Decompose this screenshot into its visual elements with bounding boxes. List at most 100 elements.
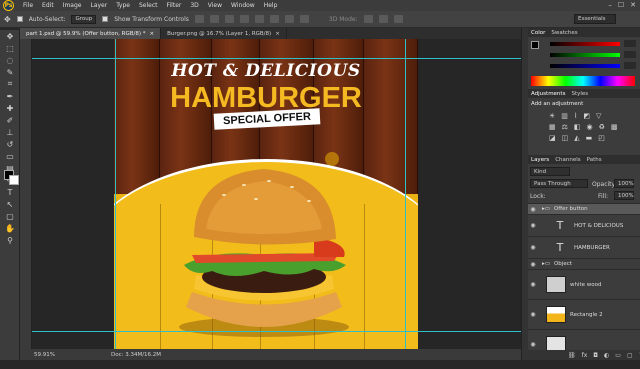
fx-icon[interactable]: fx — [582, 352, 588, 359]
brush-icon[interactable]: ✐ — [0, 114, 20, 126]
crop-icon[interactable]: ⌗ — [0, 78, 20, 90]
zoom-icon[interactable]: ⚲ — [0, 234, 20, 246]
align-top-icon[interactable] — [194, 15, 204, 23]
layer-row[interactable]: ◉ white wood — [528, 269, 640, 299]
menu-edit[interactable]: Edit — [42, 2, 54, 9]
history-brush-icon[interactable]: ↺ — [0, 138, 20, 150]
exposure-icon[interactable]: ◩ — [583, 112, 590, 120]
layer-row[interactable]: ◉ ▸▭ Offer button — [528, 203, 640, 214]
menu-select[interactable]: Select — [139, 2, 158, 9]
red-slider[interactable] — [550, 42, 620, 46]
layer-row[interactable]: ◉ T HOT & DELICIOUS — [528, 214, 640, 236]
background-color-swatch[interactable] — [9, 175, 19, 185]
color-balance-icon[interactable]: ⚖ — [562, 123, 568, 131]
eye-icon[interactable]: ◉ — [528, 222, 538, 229]
3d-pan-icon[interactable] — [393, 15, 403, 23]
layer-kind-filter[interactable]: Kind — [530, 167, 570, 176]
align-middle-icon[interactable] — [209, 15, 219, 23]
menu-3d[interactable]: 3D — [190, 2, 198, 9]
marquee-icon[interactable]: ⬚ — [0, 42, 20, 54]
tab-paths[interactable]: Paths — [587, 157, 602, 163]
menu-layer[interactable]: Layer — [90, 2, 107, 9]
artwork-canvas[interactable]: HOT & DELICIOUS HAMBURGER SPECIAL OFFER — [114, 39, 418, 349]
tab-close-icon[interactable]: × — [275, 31, 280, 37]
posterize-icon[interactable]: ◫ — [562, 134, 569, 142]
invert-icon[interactable]: ◪ — [549, 134, 556, 142]
eye-icon[interactable]: ◉ — [528, 281, 538, 288]
move-icon[interactable]: ✥ — [0, 30, 20, 42]
curves-icon[interactable]: ⌇ — [574, 112, 577, 120]
tab-part1[interactable]: part 1.psd @ 59.9% (Offer button, RGB/8)… — [20, 28, 162, 39]
new-layer-icon[interactable]: ▢ — [627, 352, 633, 359]
eraser-icon[interactable]: ▭ — [0, 150, 20, 162]
green-slider[interactable] — [550, 53, 620, 57]
tab-close-icon[interactable]: × — [150, 31, 155, 37]
photo-filter-icon[interactable]: ◉ — [587, 123, 593, 131]
layer-row[interactable]: ◉ T HAMBURGER — [528, 236, 640, 258]
gradient-map-icon[interactable]: ▬ — [586, 134, 593, 142]
layer-row[interactable]: ◉ ▸▭ Object — [528, 258, 640, 269]
eye-icon[interactable]: ◉ — [528, 261, 538, 268]
tab-burger[interactable]: Burger.png @ 16.7% (Layer 1, RGB/8) × — [161, 28, 287, 39]
tab-color[interactable]: Color — [531, 30, 545, 36]
red-value[interactable] — [624, 40, 636, 47]
menu-image[interactable]: Image — [63, 2, 82, 9]
levels-icon[interactable]: ▥ — [561, 112, 568, 120]
3d-roll-icon[interactable] — [378, 15, 388, 23]
black-white-icon[interactable]: ◧ — [574, 123, 581, 131]
adjust-layer-icon[interactable]: ◐ — [604, 352, 609, 359]
type-icon[interactable]: T — [0, 186, 20, 198]
menu-filter[interactable]: Filter — [167, 2, 182, 9]
maximize-button[interactable]: ☐ — [618, 1, 624, 9]
tab-swatches[interactable]: Swatches — [551, 30, 577, 36]
guide-vertical[interactable] — [115, 39, 116, 349]
tab-channels[interactable]: Channels — [555, 157, 580, 163]
color-fg-swatch[interactable] — [531, 41, 539, 49]
healing-icon[interactable]: ✚ — [0, 102, 20, 114]
lasso-icon[interactable]: ◌ — [0, 54, 20, 66]
color-spectrum[interactable] — [531, 76, 635, 86]
align-left-icon[interactable] — [239, 15, 249, 23]
guide-horizontal[interactable] — [32, 331, 521, 332]
blend-mode-dropdown[interactable]: Pass Through — [530, 179, 588, 188]
zoom-level[interactable]: 59.91% — [34, 352, 55, 358]
link-icon[interactable]: ⛓ — [568, 352, 576, 359]
channel-mixer-icon[interactable]: ♻ — [599, 123, 605, 131]
guide-horizontal[interactable] — [32, 58, 521, 59]
menu-view[interactable]: View — [208, 2, 222, 9]
menu-type[interactable]: Type — [116, 2, 130, 9]
vibrance-icon[interactable]: ▽ — [596, 112, 601, 120]
eye-icon[interactable]: ◉ — [528, 244, 538, 251]
threshold-icon[interactable]: ◭ — [574, 134, 579, 142]
new-group-icon[interactable]: ▭ — [615, 352, 621, 359]
eye-icon[interactable]: ◉ — [528, 311, 538, 318]
blue-value[interactable] — [624, 62, 636, 69]
green-value[interactable] — [624, 51, 636, 58]
distribute-icon[interactable] — [284, 15, 294, 23]
selective-color-icon[interactable]: ◰ — [598, 134, 605, 142]
guide-vertical[interactable] — [405, 39, 406, 349]
quick-select-icon[interactable]: ✎ — [0, 66, 20, 78]
blue-slider[interactable] — [550, 64, 620, 68]
eye-icon[interactable]: ◉ — [528, 341, 538, 348]
workspace-switcher[interactable]: Essentials — [574, 14, 616, 24]
layer-row[interactable]: ◉ Rectangle 2 — [528, 299, 640, 329]
menu-help[interactable]: Help — [264, 2, 278, 9]
minimize-button[interactable]: – — [608, 1, 612, 9]
move-tool-icon[interactable]: ✥ — [4, 15, 11, 24]
color-lookup-icon[interactable]: ▩ — [611, 123, 618, 131]
auto-select-checkbox[interactable] — [16, 16, 23, 22]
opacity-value[interactable]: 100% — [614, 179, 634, 188]
hand-icon[interactable]: ✋ — [0, 222, 20, 234]
transform-controls-checkbox[interactable] — [102, 16, 109, 22]
path-select-icon[interactable]: ↖ — [0, 198, 20, 210]
tab-styles[interactable]: Styles — [571, 91, 588, 97]
menu-file[interactable]: File — [23, 2, 33, 9]
eyedropper-icon[interactable]: ✒ — [0, 90, 20, 102]
vertical-ruler[interactable] — [20, 39, 32, 349]
mask-icon[interactable]: ◘ — [593, 352, 598, 359]
eye-icon[interactable]: ◉ — [528, 206, 538, 213]
hue-sat-icon[interactable]: ▦ — [549, 123, 556, 131]
align-center-icon[interactable] — [254, 15, 264, 23]
3d-rotate-icon[interactable] — [363, 15, 373, 23]
